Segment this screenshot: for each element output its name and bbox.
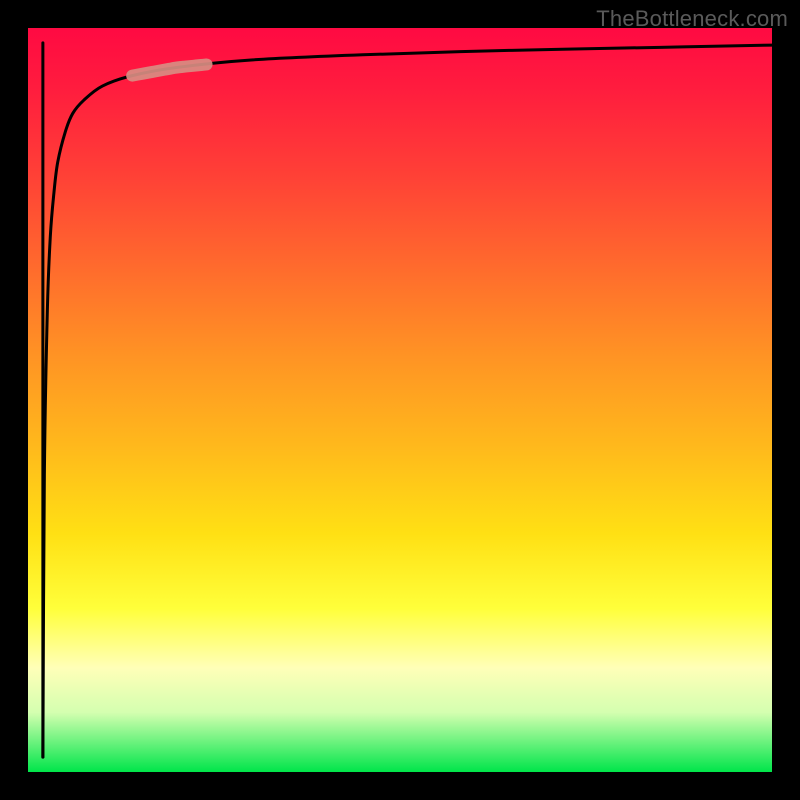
curve-layer (28, 28, 772, 772)
curve-highlight-segment (132, 64, 206, 75)
plot-area (28, 28, 772, 772)
bottleneck-curve-path (43, 45, 772, 757)
watermark-text: TheBottleneck.com (596, 6, 788, 32)
chart-frame: TheBottleneck.com (0, 0, 800, 800)
